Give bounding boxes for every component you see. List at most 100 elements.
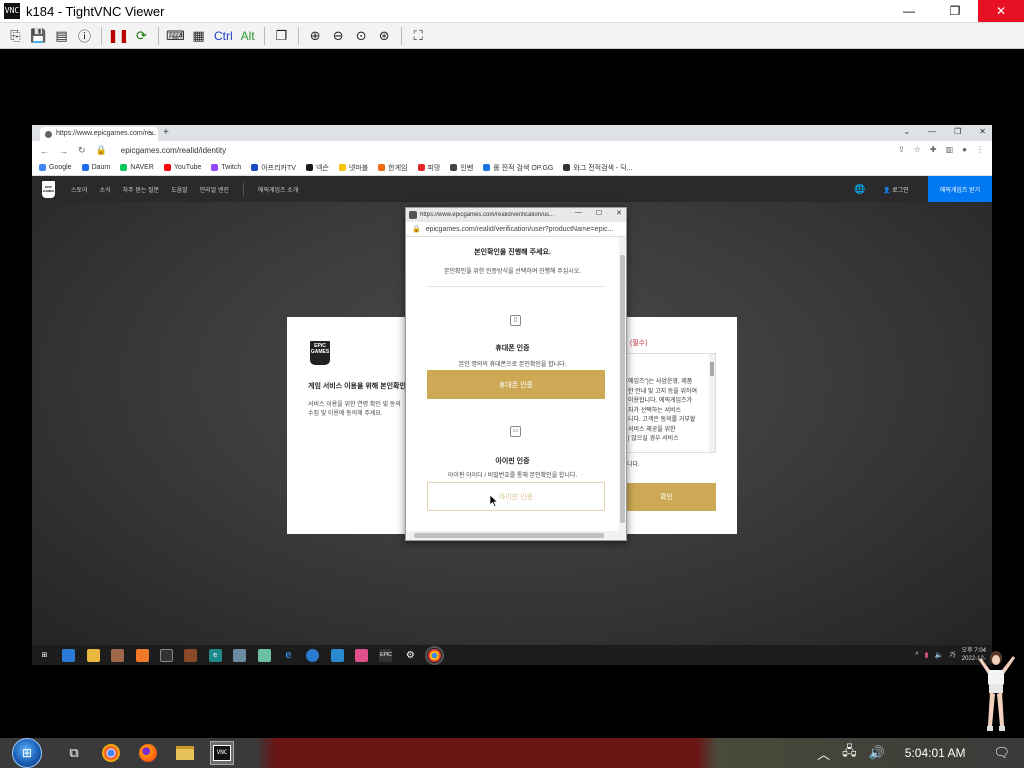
globe-icon[interactable]: 🌐 [854, 184, 865, 195]
app-icon[interactable] [111, 648, 125, 662]
bookmark-item[interactable]: 와그 전적검색 - 딕... [563, 163, 632, 173]
app-icon[interactable] [257, 648, 271, 662]
local-clock[interactable]: 5:04:01 AM [905, 746, 966, 760]
share-icon[interactable]: ⇪ [898, 145, 905, 154]
windows-start-orb-icon[interactable]: ⊞ [12, 738, 42, 768]
extensions-icon[interactable]: ✚ [930, 145, 937, 154]
popup-vertical-scrollbar[interactable] [619, 237, 626, 531]
zoom-fit-icon[interactable]: ⊛ [375, 26, 394, 45]
menu-icon[interactable]: ⋮ [976, 145, 984, 154]
chevron-down-icon[interactable]: ⌄ [903, 127, 910, 136]
close-button[interactable]: ✕ [978, 0, 1024, 22]
ctrl-alt-del-icon[interactable]: ⌨ [166, 26, 185, 45]
ctrl-key-button[interactable]: Ctrl [212, 26, 235, 45]
nav-item-about[interactable]: 에픽게임즈 소개 [258, 185, 298, 194]
bookmark-item[interactable]: 인벤 [450, 163, 473, 173]
bookmark-item[interactable]: 넥슨 [305, 163, 329, 173]
pause-icon[interactable]: ❚❚ [108, 26, 130, 45]
tab-close-icon[interactable]: × [149, 129, 154, 138]
file-explorer-icon[interactable] [173, 741, 197, 765]
reload-icon[interactable]: ↻ [78, 145, 86, 156]
phone-auth-button[interactable]: 휴대폰 인증 [427, 370, 605, 399]
back-arrow-icon[interactable]: ← [40, 146, 49, 156]
windows-start-icon[interactable]: ⊞ [38, 648, 51, 662]
terminal-icon[interactable] [159, 648, 173, 662]
app-icon[interactable] [306, 648, 320, 662]
scroll-thumb[interactable] [710, 362, 714, 376]
bookmark-item[interactable]: NAVER [120, 164, 154, 171]
app-icon[interactable] [184, 648, 198, 662]
bookmark-item[interactable]: 롤 전적 검색 OP.GG [483, 163, 553, 173]
restore-icon[interactable]: ❐ [954, 127, 961, 136]
tray-app-icon[interactable]: ▮ [925, 651, 929, 659]
terms-textbox[interactable]: 에임즈")는 사업운영, 제품 안 안내 및 고지 등을 위하여 이용합니다. … [623, 353, 716, 453]
firefox-icon[interactable] [136, 741, 160, 765]
nav-item-unreal[interactable]: 언리얼 엔진 [200, 185, 229, 194]
bookmark-item[interactable]: 아프리카TV [251, 163, 296, 173]
bookmark-item[interactable]: Google [39, 164, 72, 171]
sidebar-icon[interactable]: ▥ [946, 145, 954, 154]
app-icon[interactable] [135, 648, 149, 662]
refresh-icon[interactable]: ⟳ [132, 26, 151, 45]
settings-gear-icon[interactable]: ⚙ [403, 648, 417, 662]
popup-address-bar[interactable]: 🔒 epicgames.com/realid/verification/user… [406, 222, 626, 237]
zoom-out-icon[interactable]: ⊖ [329, 26, 348, 45]
lock-icon[interactable]: 🔒 [96, 145, 107, 156]
bookmark-item[interactable]: YouTube [163, 164, 201, 171]
bookmark-item[interactable]: Twitch [211, 164, 241, 171]
confirm-button[interactable]: 확인 [617, 483, 716, 511]
nav-item-news[interactable]: 소식 [100, 185, 111, 194]
popup-horizontal-scrollbar[interactable] [406, 531, 626, 540]
scroll-thumb[interactable] [620, 255, 625, 523]
zoom-in-icon[interactable]: ⊕ [306, 26, 325, 45]
zoom-100-icon[interactable]: ⊙ [352, 26, 371, 45]
win-key-icon[interactable]: ▦ [189, 26, 208, 45]
save-icon[interactable]: 💾 [29, 26, 48, 45]
forward-arrow-icon[interactable]: → [59, 146, 68, 156]
epic-games-icon[interactable]: EPIC [379, 648, 393, 662]
options-icon[interactable]: ▤ [52, 26, 71, 45]
popup-title-bar[interactable]: https://www.epicgames.com/realid/verific… [406, 208, 626, 222]
nav-item-faq[interactable]: 자주 묻는 질문 [123, 185, 159, 194]
bookmark-item[interactable]: 피망 [417, 163, 440, 173]
profile-icon[interactable]: ● [962, 145, 967, 154]
nav-item-store[interactable]: 스토어 [71, 185, 88, 194]
volume-icon[interactable]: 🔈 [934, 651, 943, 659]
app-icon[interactable] [330, 648, 344, 662]
volume-icon[interactable]: 🔊 [869, 745, 885, 761]
minimize-button[interactable]: — [886, 0, 932, 22]
tightvnc-icon[interactable]: VNC [210, 741, 234, 765]
fullscreen-icon[interactable]: ⛶ [409, 26, 428, 45]
star-icon[interactable]: ☆ [914, 145, 921, 154]
app-icon[interactable] [233, 648, 247, 662]
ipin-auth-button[interactable]: 아이핀 인증 [427, 482, 605, 511]
address-bar[interactable]: epicgames.com/realid/identity [121, 146, 226, 155]
task-view-icon[interactable]: ⧉ [62, 741, 86, 765]
tray-chevron-icon[interactable]: ^ [915, 652, 918, 659]
transfer-files-icon[interactable]: ❐ [272, 26, 291, 45]
remote-desktop[interactable]: https://www.epicgames.com/re... × + ⌄ — … [32, 125, 992, 665]
popup-close-button[interactable]: ✕ [616, 209, 622, 217]
action-center-icon[interactable]: 🗨 [993, 745, 1010, 761]
bookmark-item[interactable]: 한게임 [378, 163, 408, 173]
terms-scrollbar[interactable] [709, 354, 715, 452]
minimize-icon[interactable]: — [928, 127, 936, 136]
info-icon[interactable]: ⓘ [75, 26, 94, 45]
close-icon[interactable]: ✕ [979, 127, 986, 136]
tray-chevron-icon[interactable]: ︿ [817, 744, 830, 763]
new-connection-icon[interactable]: ⎘ [6, 26, 25, 45]
ime-icon[interactable]: 가 [949, 650, 955, 660]
bookmark-item[interactable]: Daum [81, 164, 110, 171]
maximize-button[interactable]: ❐ [932, 0, 978, 22]
login-link[interactable]: 👤 로그인 [883, 185, 909, 194]
new-tab-button[interactable]: + [163, 127, 169, 138]
ie-icon[interactable]: e [281, 648, 295, 662]
chrome-icon[interactable] [99, 741, 123, 765]
alt-key-button[interactable]: Alt [239, 26, 257, 45]
download-button[interactable]: 에픽게임즈 받기 [928, 176, 992, 202]
nav-item-help[interactable]: 도움말 [171, 185, 188, 194]
file-explorer-icon[interactable] [86, 648, 100, 662]
epic-logo[interactable]: EPIC GAMES [42, 180, 55, 198]
chrome-icon[interactable] [425, 645, 445, 665]
browser-tab[interactable]: https://www.epicgames.com/re... × [40, 127, 158, 141]
